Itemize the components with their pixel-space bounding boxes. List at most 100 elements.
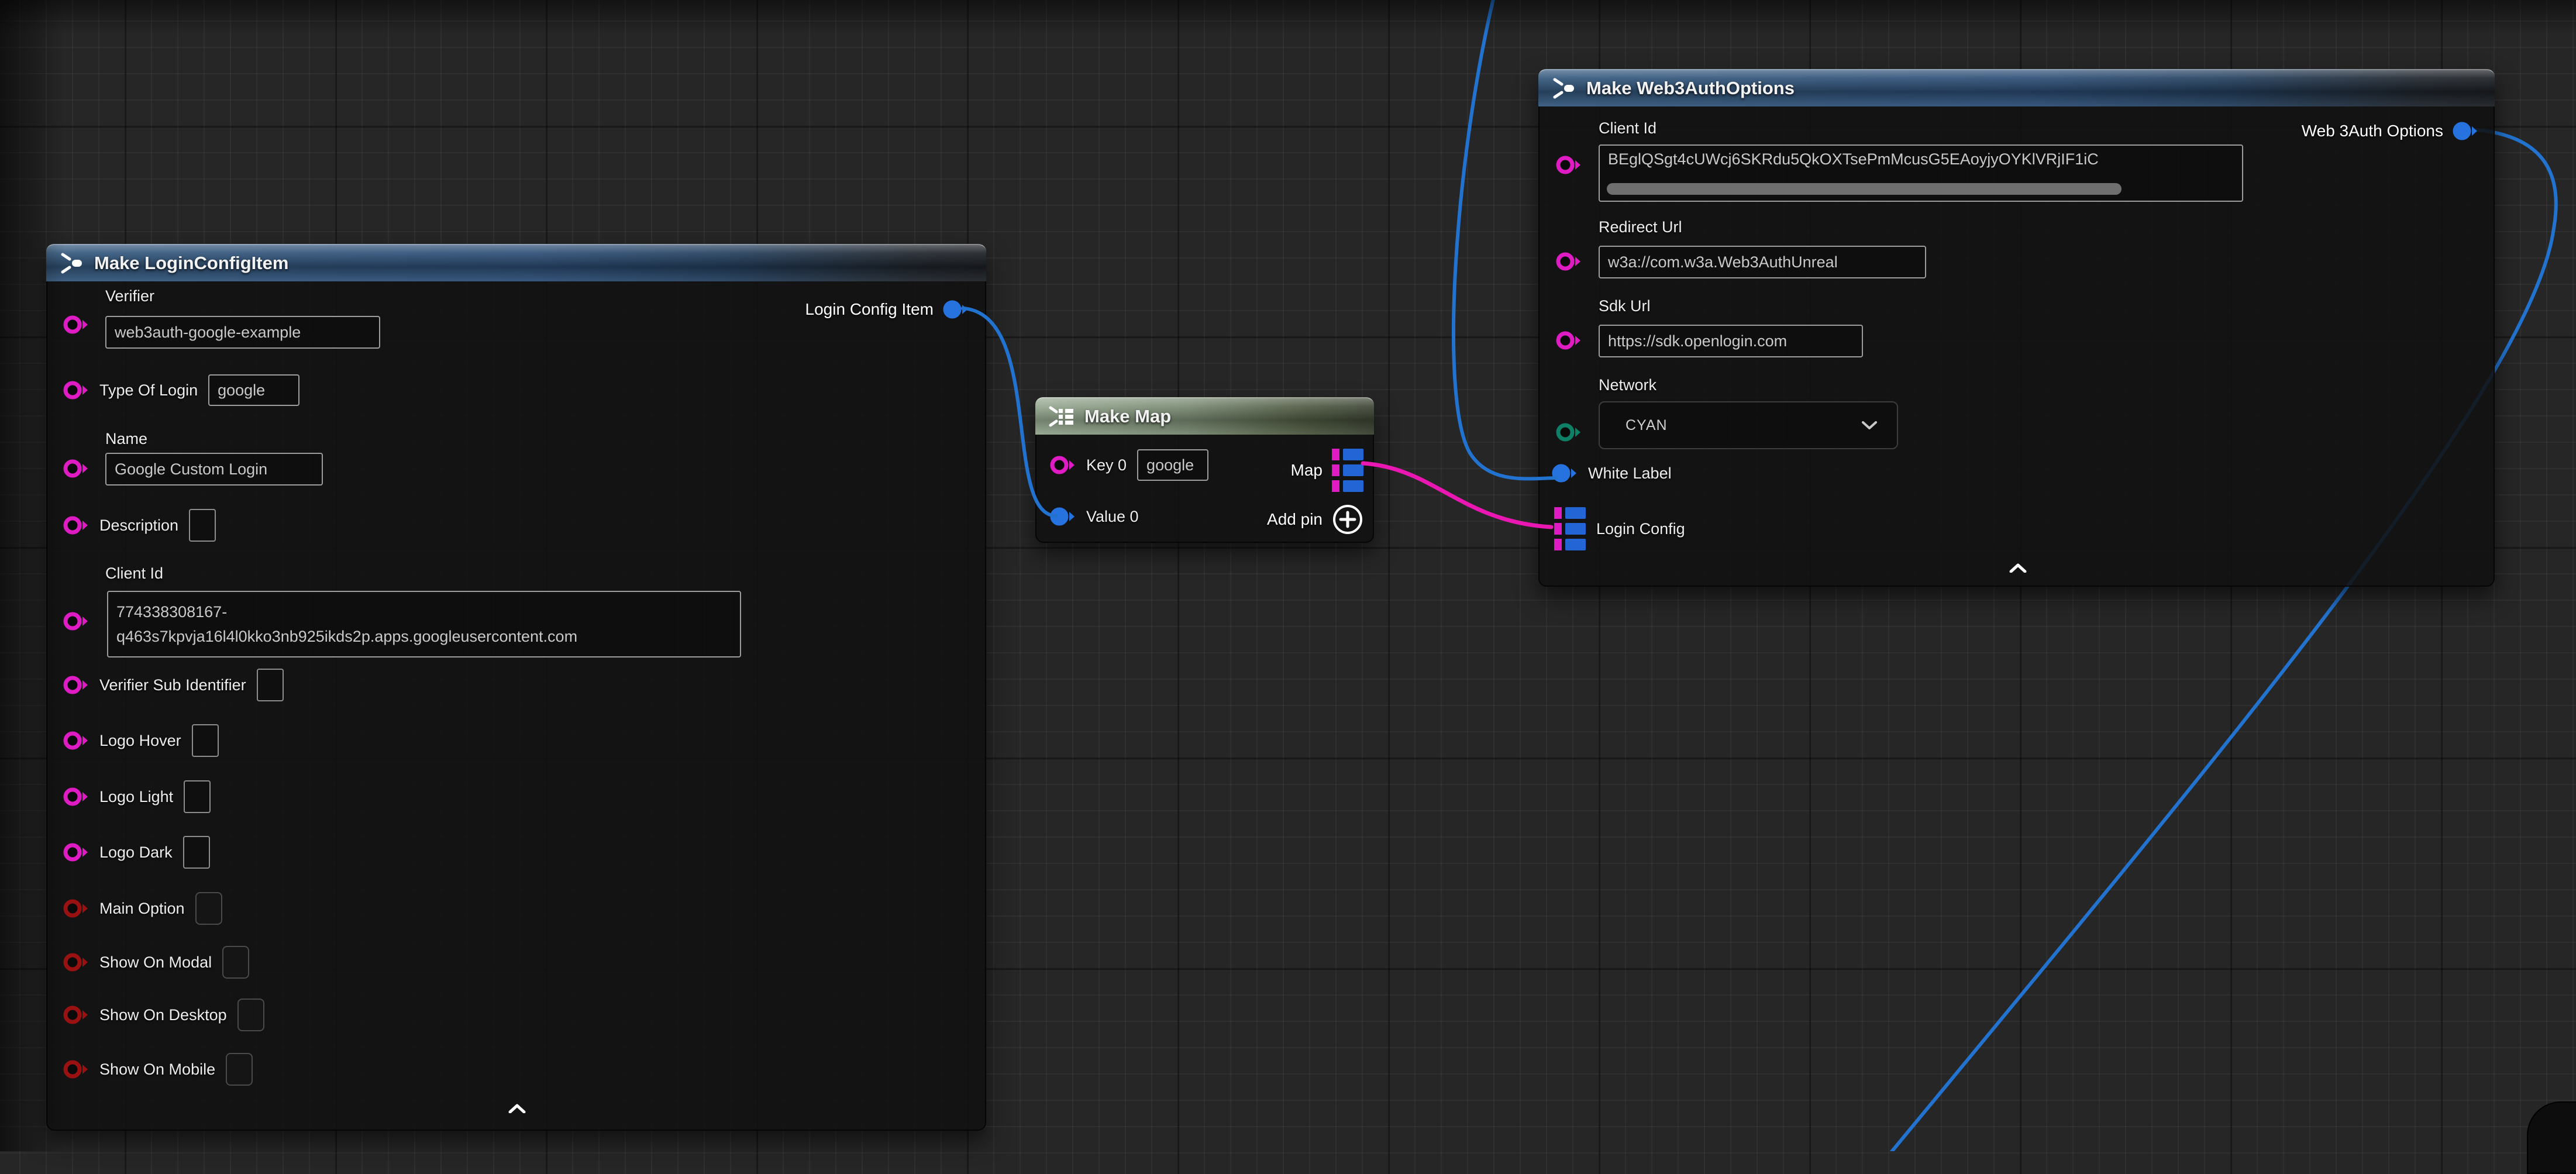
- input-sdk-url-value: https://sdk.openlogin.com: [1608, 332, 1787, 350]
- row-main-option: Main Option: [63, 892, 222, 925]
- input-key-0-value: google: [1146, 456, 1194, 474]
- pin-verifier[interactable]: [63, 314, 89, 335]
- input-client-id[interactable]: BEglQSgt4cUWcj6SKRdu5QkOXTsePmMcusG5EAoy…: [1599, 144, 2243, 202]
- input-logo-dark[interactable]: [183, 836, 210, 869]
- pin-white-label[interactable]: [1552, 463, 1578, 484]
- pin-sdk-url[interactable]: [1556, 330, 1582, 351]
- input-type-of-login[interactable]: google: [208, 374, 299, 406]
- input-name-value: Google Custom Login: [115, 460, 267, 478]
- add-pin-button[interactable]: Add pin: [1267, 504, 1363, 535]
- pin-label-client-id: Client Id: [1599, 119, 1657, 137]
- node-make-web3authoptions: Make Web3AuthOptions Client Id BEglQSgt4…: [1538, 69, 2495, 587]
- pin-label-white-label: White Label: [1588, 464, 1672, 483]
- checkbox-main-option[interactable]: [195, 892, 222, 925]
- pin-main-option[interactable]: [63, 898, 89, 919]
- pin-description[interactable]: [63, 515, 89, 536]
- output-row-web3auth-options: Web 3Auth Options: [2302, 121, 2478, 142]
- output-row-map: Map: [1291, 447, 1363, 493]
- input-client-id[interactable]: 774338308167- q463s7kpvja16l4l0kko3nb925…: [107, 591, 741, 657]
- collapse-node-icon[interactable]: [2009, 563, 2027, 573]
- node-title: Make LoginConfigItem: [94, 253, 288, 274]
- pin-login-config[interactable]: [1554, 506, 1586, 552]
- pin-verifier-sub-identifier[interactable]: [63, 674, 89, 696]
- pin-value-0[interactable]: [1050, 506, 1076, 527]
- pin-client-id[interactable]: [63, 611, 89, 632]
- input-name[interactable]: Google Custom Login: [105, 453, 323, 486]
- checkbox-show-on-modal[interactable]: [222, 946, 249, 979]
- pin-client-id[interactable]: [1556, 154, 1582, 175]
- network-dropdown[interactable]: CYAN: [1599, 401, 1898, 449]
- pin-show-on-mobile[interactable]: [63, 1059, 89, 1080]
- node-title: Make Map: [1084, 406, 1171, 427]
- pin-label-login-config: Login Config: [1596, 520, 1685, 538]
- pin-label-sdk-url: Sdk Url: [1599, 297, 1651, 315]
- collapse-node-icon[interactable]: [508, 1104, 526, 1113]
- node-make-loginconfigitem: Make LoginConfigItem Verifier web3auth-g…: [46, 244, 986, 1131]
- node-title: Make Web3AuthOptions: [1586, 78, 1795, 99]
- pin-label-login-config-item: Login Config Item: [805, 300, 934, 319]
- pin-logo-light[interactable]: [63, 786, 89, 807]
- pin-show-on-desktop[interactable]: [63, 1004, 89, 1025]
- row-logo-light: Logo Light: [63, 780, 211, 813]
- node-header-make-loginconfigitem[interactable]: Make LoginConfigItem: [46, 244, 986, 281]
- input-client-id-scrollbar[interactable]: [1607, 183, 2122, 195]
- pin-label-show-on-mobile: Show On Mobile: [99, 1061, 215, 1079]
- row-logo-hover: Logo Hover: [63, 724, 219, 757]
- pin-redirect-url[interactable]: [1556, 251, 1582, 272]
- offscreen-node-corner: [2527, 1101, 2576, 1174]
- pin-logo-hover[interactable]: [63, 730, 89, 751]
- add-pin-label: Add pin: [1267, 510, 1323, 529]
- input-logo-hover[interactable]: [192, 724, 219, 757]
- row-verifier-sub-identifier: Verifier Sub Identifier: [63, 669, 284, 701]
- pin-type-of-login[interactable]: [63, 380, 89, 401]
- row-key-0: Key 0 google: [1050, 449, 1208, 481]
- wire-map-to-loginconfig: [1363, 463, 1551, 527]
- pin-label-key-0: Key 0: [1086, 456, 1127, 474]
- node-header-make-map[interactable]: Make Map: [1035, 397, 1374, 435]
- row-type-of-login: Type Of Login google: [63, 374, 299, 406]
- pin-map-output[interactable]: [1332, 447, 1363, 493]
- row-logo-dark: Logo Dark: [63, 836, 210, 869]
- input-verifier-value: web3auth-google-example: [115, 323, 301, 342]
- pin-key-0[interactable]: [1050, 455, 1076, 476]
- pin-network[interactable]: [1556, 422, 1582, 443]
- row-description: Description: [63, 509, 216, 542]
- pin-label-verifier: Verifier: [105, 287, 154, 305]
- pin-label-show-on-modal: Show On Modal: [99, 953, 212, 972]
- make-map-icon: [1047, 405, 1074, 428]
- pin-login-config-item[interactable]: [943, 299, 969, 320]
- add-pin-icon: [1332, 504, 1363, 535]
- pin-label-value-0: Value 0: [1086, 508, 1139, 526]
- input-verifier-sub-identifier[interactable]: [257, 669, 284, 701]
- make-struct-icon: [58, 252, 84, 275]
- node-header-make-web3authoptions[interactable]: Make Web3AuthOptions: [1538, 69, 2495, 106]
- pin-show-on-modal[interactable]: [63, 952, 89, 973]
- pin-logo-dark[interactable]: [63, 842, 89, 863]
- pin-label-network: Network: [1599, 376, 1657, 394]
- node-make-map: Make Map Key 0 google Map Value 0 Add pi…: [1035, 397, 1374, 543]
- checkbox-show-on-mobile[interactable]: [226, 1053, 253, 1086]
- pin-name[interactable]: [63, 458, 89, 479]
- pin-label-name: Name: [105, 430, 147, 448]
- input-redirect-url[interactable]: w3a://com.w3a.Web3AuthUnreal: [1599, 246, 1926, 278]
- pin-label-description: Description: [99, 517, 178, 535]
- pin-label-web3auth-options: Web 3Auth Options: [2302, 122, 2443, 140]
- checkbox-show-on-desktop[interactable]: [237, 999, 264, 1031]
- pin-label-map: Map: [1291, 461, 1323, 480]
- input-verifier[interactable]: web3auth-google-example: [105, 316, 380, 349]
- input-sdk-url[interactable]: https://sdk.openlogin.com: [1599, 325, 1863, 357]
- input-redirect-url-value: w3a://com.w3a.Web3AuthUnreal: [1608, 253, 1838, 271]
- row-value-0: Value 0: [1050, 506, 1139, 527]
- row-login-config: Login Config: [1554, 506, 1685, 552]
- input-key-0[interactable]: google: [1137, 449, 1208, 481]
- input-logo-light[interactable]: [184, 780, 211, 813]
- input-description[interactable]: [189, 509, 216, 542]
- input-client-id-line1: 774338308167-: [116, 600, 227, 624]
- input-client-id-value: BEglQSgt4cUWcj6SKRdu5QkOXTsePmMcusG5EAoy…: [1608, 150, 2099, 168]
- pin-label-verifier-sub-identifier: Verifier Sub Identifier: [99, 676, 246, 694]
- output-row-login-config-item: Login Config Item: [805, 299, 969, 320]
- row-show-on-desktop: Show On Desktop: [63, 999, 264, 1031]
- pin-web3auth-options[interactable]: [2453, 121, 2478, 142]
- row-show-on-modal: Show On Modal: [63, 946, 249, 979]
- pin-label-logo-hover: Logo Hover: [99, 732, 181, 750]
